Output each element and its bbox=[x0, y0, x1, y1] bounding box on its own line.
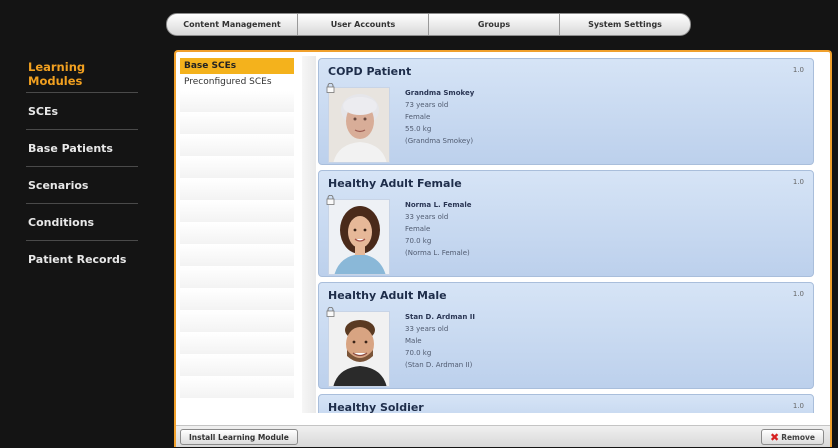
list-row-empty bbox=[180, 135, 294, 156]
patient-info: Grandma Smokey 73 years old Female 55.0 … bbox=[405, 87, 474, 147]
patient-info: Stan D. Ardman II 33 years old Male 70.0… bbox=[405, 311, 475, 371]
list-row-empty bbox=[180, 289, 294, 310]
list-row-empty bbox=[180, 157, 294, 178]
sidebar-item-scenarios[interactable]: Scenarios bbox=[26, 167, 138, 204]
sidebar-item-patient-records[interactable]: Patient Records bbox=[26, 241, 138, 278]
card-title: Healthy Adult Female bbox=[328, 177, 462, 190]
list-row-empty bbox=[180, 223, 294, 244]
list-row-empty bbox=[180, 355, 294, 376]
list-row-empty bbox=[180, 267, 294, 288]
patient-info: Norma L. Female 33 years old Female 70.0… bbox=[405, 199, 472, 259]
tab-groups[interactable]: Groups bbox=[429, 14, 560, 35]
patient-age: 33 years old bbox=[405, 325, 449, 333]
list-row-empty bbox=[180, 333, 294, 354]
tab-system-settings[interactable]: System Settings bbox=[560, 14, 690, 35]
card-version: 1.0 bbox=[792, 290, 804, 298]
sidebar-item-base-patients[interactable]: Base Patients bbox=[26, 130, 138, 167]
sidebar-item-learning-modules[interactable]: Learning Modules bbox=[26, 56, 138, 93]
remove-button[interactable]: ✖ Remove bbox=[760, 429, 824, 445]
sidebar-item-sces[interactable]: SCEs bbox=[26, 93, 138, 130]
sce-category-list: Base SCEs Preconfigured SCEs bbox=[180, 58, 294, 413]
install-learning-module-button[interactable]: Install Learning Module bbox=[180, 429, 298, 445]
install-button-label: Install Learning Module bbox=[189, 432, 289, 442]
patient-name: Grandma Smokey bbox=[405, 89, 475, 97]
sce-card-copd-patient[interactable]: COPD Patient 1.0 Grandma Smokey 73 years… bbox=[318, 58, 814, 165]
patient-sex: Female bbox=[405, 225, 431, 233]
remove-button-label: Remove bbox=[781, 432, 815, 442]
sce-card-healthy-adult-male[interactable]: Healthy Adult Male 1.0 Stan D. Ardman II… bbox=[318, 282, 814, 389]
card-version: 1.0 bbox=[792, 178, 804, 186]
patient-photo bbox=[328, 87, 390, 163]
list-row-empty bbox=[180, 91, 294, 112]
patient-weight: 70.0 kg bbox=[405, 237, 432, 245]
sce-card-healthy-soldier[interactable]: Healthy Soldier 1.0 bbox=[318, 394, 814, 413]
list-row-empty bbox=[180, 311, 294, 332]
patient-alias: (Stan D. Ardman II) bbox=[405, 361, 473, 369]
sce-card-list: COPD Patient 1.0 Grandma Smokey 73 years… bbox=[318, 58, 814, 413]
patient-age: 73 years old bbox=[405, 101, 449, 109]
patient-name: Norma L. Female bbox=[405, 201, 472, 209]
list-row-empty bbox=[180, 113, 294, 134]
patient-age: 33 years old bbox=[405, 213, 449, 221]
card-title: Healthy Adult Male bbox=[328, 289, 447, 302]
card-version: 1.0 bbox=[792, 402, 804, 410]
patient-alias: (Grandma Smokey) bbox=[405, 137, 474, 145]
close-icon: ✖ bbox=[769, 430, 780, 444]
lock-icon bbox=[326, 83, 335, 93]
patient-photo bbox=[328, 311, 390, 387]
bottom-toolbar: Install Learning Module ✖ Remove bbox=[176, 425, 830, 447]
list-row-empty bbox=[180, 245, 294, 266]
patient-name: Stan D. Ardman II bbox=[405, 313, 475, 321]
list-row-empty bbox=[180, 377, 294, 398]
subnav-item-preconfigured-sces[interactable]: Preconfigured SCEs bbox=[180, 74, 294, 90]
patient-sex: Male bbox=[405, 337, 422, 345]
patient-alias: (Norma L. Female) bbox=[405, 249, 470, 257]
main-panel: Base SCEs Preconfigured SCEs COPD Patien… bbox=[174, 50, 832, 447]
sidebar-item-conditions[interactable]: Conditions bbox=[26, 204, 138, 241]
lock-icon bbox=[326, 195, 335, 205]
patient-sex: Female bbox=[405, 113, 431, 121]
sce-card-healthy-adult-female[interactable]: Healthy Adult Female 1.0 Norma L. Female… bbox=[318, 170, 814, 277]
patient-photo bbox=[328, 199, 390, 275]
top-nav-tabs: Content Management User Accounts Groups … bbox=[166, 13, 691, 36]
card-title: Healthy Soldier bbox=[328, 401, 424, 413]
panel-divider[interactable] bbox=[302, 56, 316, 413]
subnav-item-base-sces[interactable]: Base SCEs bbox=[180, 58, 294, 74]
patient-weight: 70.0 kg bbox=[405, 349, 432, 357]
tab-user-accounts[interactable]: User Accounts bbox=[298, 14, 429, 35]
tab-content-management[interactable]: Content Management bbox=[167, 14, 298, 35]
sidebar: Learning Modules SCEs Base Patients Scen… bbox=[26, 56, 138, 278]
card-version: 1.0 bbox=[792, 66, 804, 74]
list-row-empty bbox=[180, 201, 294, 222]
card-title: COPD Patient bbox=[328, 65, 412, 78]
list-row-empty bbox=[180, 179, 294, 200]
patient-weight: 55.0 kg bbox=[405, 125, 432, 133]
lock-icon bbox=[326, 307, 335, 317]
